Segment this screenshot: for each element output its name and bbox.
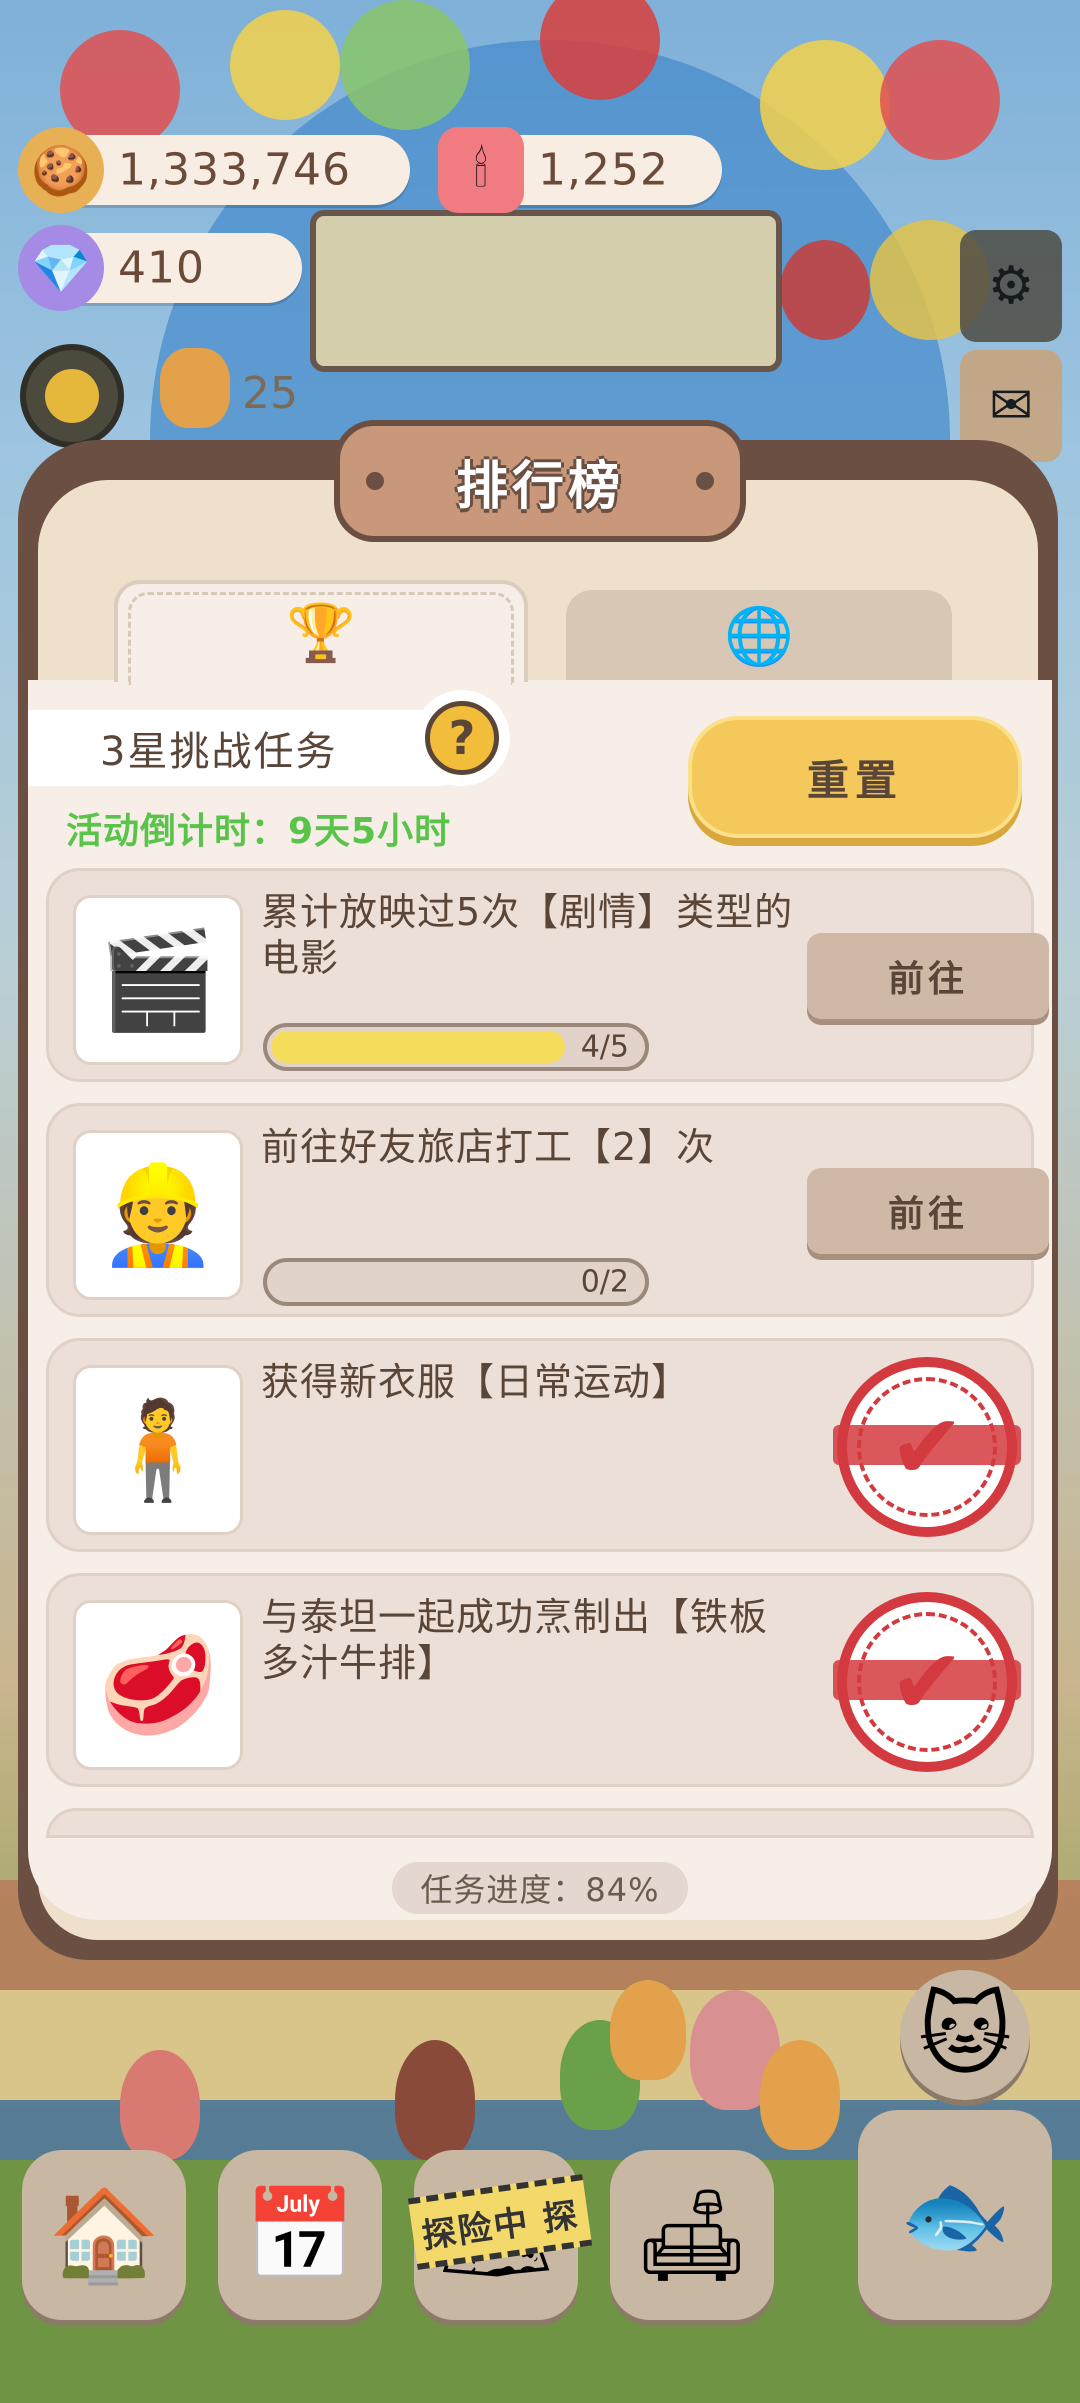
npc-character[interactable] [395, 2040, 475, 2160]
npc-character[interactable] [120, 2050, 200, 2160]
balloon [340, 0, 470, 130]
crystal-currency[interactable]: 💎 410 [18, 225, 302, 311]
progress-text: 0/2 [580, 1264, 629, 1300]
go-button[interactable]: 前往 [807, 1168, 1049, 1254]
task-card-partial [46, 1808, 1034, 1838]
task-card: 👷 前往好友旅店打工【2】次 0/2 前往 [46, 1103, 1049, 1317]
mushroom-house-icon[interactable]: 🏠 [22, 2150, 186, 2320]
task-title: 累计放映过5次【剧情】类型的电影 [261, 890, 794, 980]
event-countdown: 活动倒计时：9天5小时 [66, 811, 452, 852]
candle-count: 1,252 [538, 144, 669, 196]
go-button[interactable]: 前往 [807, 933, 1049, 1019]
shop-sign-board [310, 210, 782, 372]
trophy-icon: 🏆 [286, 601, 356, 666]
balloon [880, 40, 1000, 160]
outfit-icon: 🧍 [73, 1365, 243, 1535]
question-icon: ? [425, 701, 499, 775]
settings-gear-icon[interactable]: ⚙ [960, 230, 1062, 342]
completed-stamp-icon: ✔ [833, 1357, 1021, 1537]
crystal-count: 410 [118, 242, 205, 294]
level-indicator[interactable]: 25 [20, 340, 330, 448]
room-icon[interactable]: 🛋 [610, 2150, 774, 2320]
panel-title: 排行榜 [455, 456, 624, 517]
cookie-icon: 🍪 [18, 127, 104, 213]
candle-icon: 🕯 [438, 127, 524, 213]
balloon [760, 40, 890, 170]
checkmark-icon: ✔ [889, 1629, 965, 1735]
help-button[interactable]: ? [414, 690, 510, 786]
panel-title-plate: 排行榜 [334, 420, 746, 542]
steak-icon: 🥩 [73, 1600, 243, 1770]
task-card: 🧍 获得新衣服【日常运动】 ✔ [46, 1338, 1034, 1552]
character-head-icon [160, 348, 230, 428]
tab-globe[interactable]: 🌐 [566, 590, 952, 682]
completed-stamp-icon: ✔ [833, 1592, 1021, 1772]
level-count: 25 [242, 368, 298, 419]
sun-icon [20, 344, 124, 448]
balloon [230, 10, 340, 120]
reset-button[interactable]: 重置 [688, 716, 1022, 838]
task-card: 🎬 累计放映过5次【剧情】类型的电影 4/5 前往 [46, 868, 1049, 1082]
task-card: 🥩 与泰坦一起成功烹制出【铁板多汁牛排】 ✔ [46, 1573, 1034, 1787]
cookie-count: 1,333,746 [118, 144, 351, 196]
challenge-label: 3星挑战任务 [28, 710, 478, 786]
cookie-currency[interactable]: 🍪 1,333,746 [18, 127, 410, 213]
progress-text: 4/5 [580, 1029, 629, 1065]
character-portrait-icon[interactable]: 🐱 [900, 1970, 1030, 2100]
candle-currency[interactable]: 🕯 1,252 [438, 127, 722, 213]
npc-character[interactable] [760, 2040, 840, 2150]
task-title: 获得新衣服【日常运动】 [261, 1360, 691, 1404]
task-progress-bar: 0/2 [263, 1258, 649, 1306]
task-title: 前往好友旅店打工【2】次 [261, 1125, 716, 1169]
tab-trophy[interactable]: 🏆 [114, 580, 528, 685]
balloon [780, 240, 870, 340]
progress-fill [271, 1031, 566, 1063]
task-progress-summary: 任务进度：84% [392, 1862, 688, 1914]
crystal-candy-icon: 💎 [18, 225, 104, 311]
fish-cat-icon[interactable]: 🐟 [858, 2110, 1052, 2320]
checkmark-icon: ✔ [889, 1394, 965, 1500]
task-progress-bar: 4/5 [263, 1023, 649, 1071]
calendar-icon[interactable]: 📅 [218, 2150, 382, 2320]
rivet [696, 472, 714, 490]
worker-girl-icon: 👷 [73, 1130, 243, 1300]
rivet [366, 472, 384, 490]
task-title: 与泰坦一起成功烹制出【铁板多汁牛排】 [261, 1595, 769, 1685]
npc-character[interactable] [610, 1980, 686, 2080]
globe-icon: 🌐 [724, 604, 794, 669]
clapperboard-icon: 🎬 [73, 895, 243, 1065]
